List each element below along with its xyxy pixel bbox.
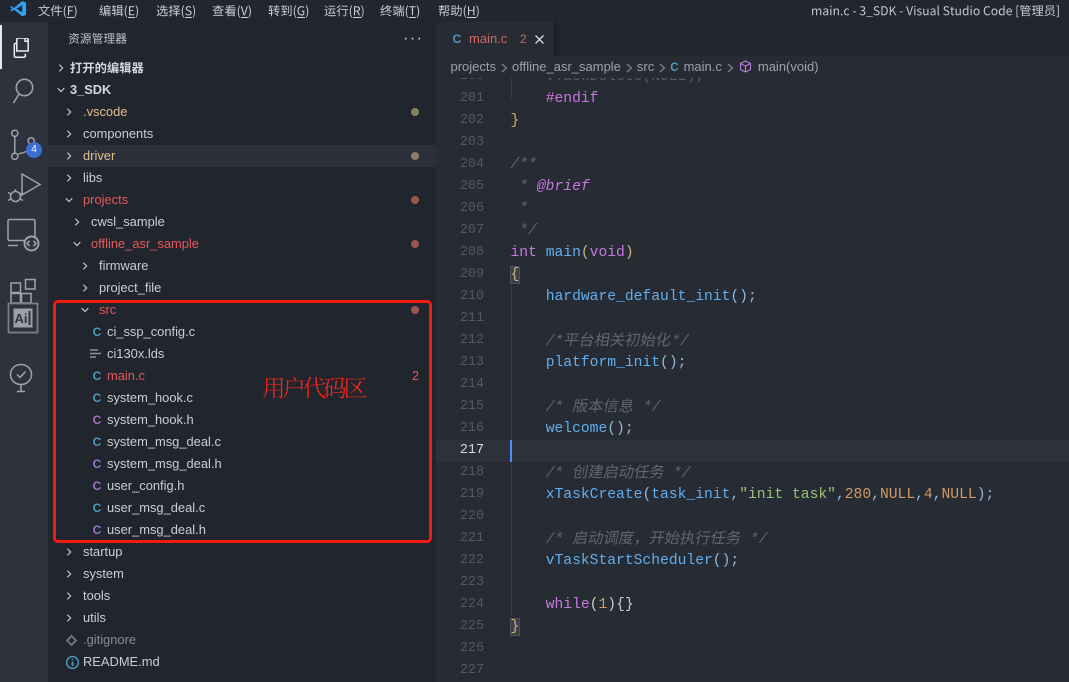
svg-text:Ai: Ai (15, 311, 28, 326)
